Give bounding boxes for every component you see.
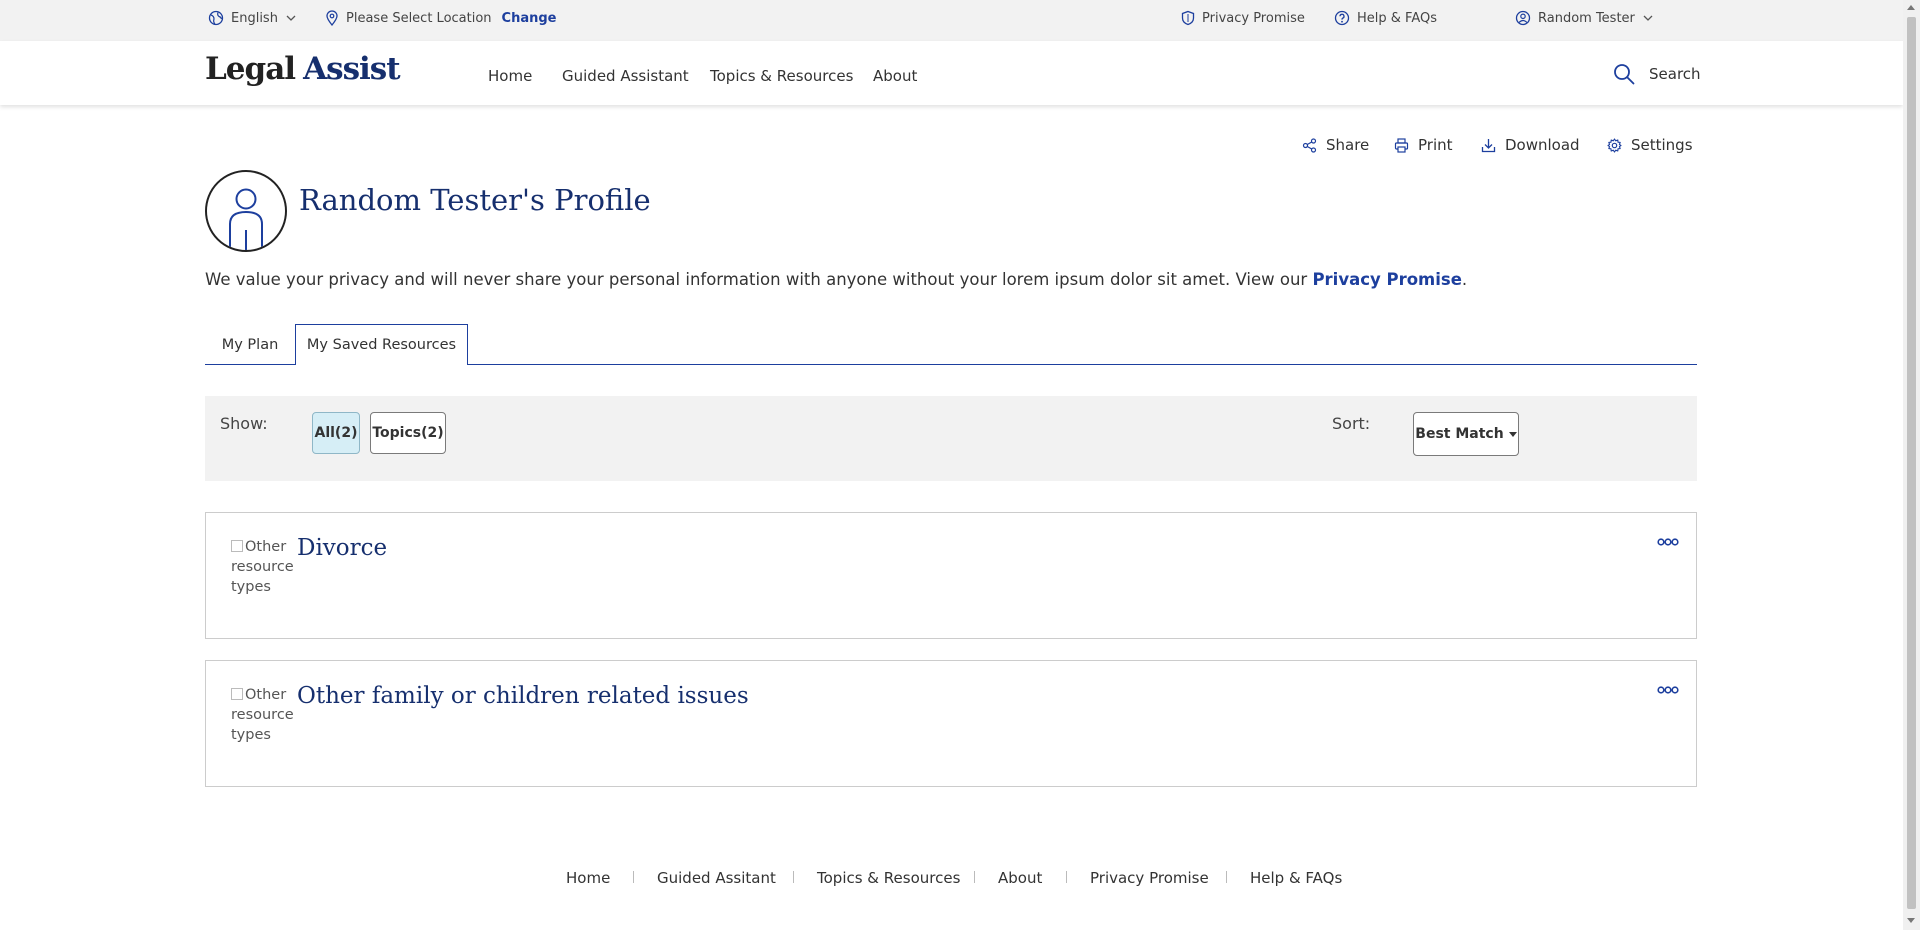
language-label: English [231,10,278,26]
scroll-up-arrow-icon[interactable] [1907,5,1915,10]
page: English Please Select Location Change Pr… [0,0,1903,930]
search-icon [1614,64,1635,85]
location-selector: Please Select Location Change [325,10,557,26]
download-icon [1481,138,1496,152]
share-icon [1302,137,1317,153]
utility-bar: English Please Select Location Change Pr… [0,0,1903,41]
sort-dropdown[interactable]: Best Match [1413,412,1519,456]
resource-image: Other resource types [231,537,294,597]
user-circle-icon [1515,10,1531,26]
footer-link-help-faqs[interactable]: Help & FAQs [1250,869,1342,887]
resource-card[interactable]: Other resource types Divorce [205,512,1697,639]
resource-card[interactable]: Other resource types Other family or chi… [205,660,1697,787]
footer-divider [974,871,975,883]
user-avatar-icon [229,188,263,250]
footer-divider [793,871,794,883]
help-faqs-label: Help & FAQs [1357,10,1437,26]
chevron-down-icon [1643,15,1653,21]
search-button[interactable]: Search [1613,63,1701,85]
privacy-promise-inline-link[interactable]: Privacy Promise [1312,270,1461,289]
logo-legal: Legal [205,51,296,87]
nav-about[interactable]: About [873,67,917,85]
footer-link-about[interactable]: About [998,869,1042,887]
more-options-icon[interactable] [1657,685,1679,695]
map-pin-icon [326,10,338,26]
user-name: Random Tester [1538,10,1635,26]
resource-title[interactable]: Other family or children related issues [297,683,749,709]
privacy-promise-link[interactable]: Privacy Promise [1181,10,1305,26]
sort-label: Sort: [1332,414,1371,433]
logo-assist: Assist [303,51,401,87]
privacy-text: We value your privacy and will never sha… [205,270,1313,289]
tab-my-plan[interactable]: My Plan [205,325,295,364]
shield-icon [1181,10,1195,26]
main-header: Legal Assist Home Guided Assistant Topics… [0,41,1903,105]
settings-button[interactable]: Settings [1607,136,1693,154]
footer-link-topics-resources[interactable]: Topics & Resources [817,869,960,887]
print-button[interactable]: Print [1394,136,1453,154]
scroll-down-arrow-icon[interactable] [1907,918,1915,923]
profile-avatar [205,170,287,252]
print-label: Print [1418,136,1453,154]
footer-divider [633,871,634,883]
chevron-down-icon [286,15,296,21]
filter-bar: Show: All(2) Topics(2) Sort: Best Match [205,396,1697,481]
filter-chip-all[interactable]: All(2) [312,412,360,454]
show-label: Show: [220,414,268,433]
nav-guided-assistant[interactable]: Guided Assistant [562,67,689,85]
resource-title[interactable]: Divorce [297,535,387,561]
footer-link-home[interactable]: Home [566,869,610,887]
globe-icon [208,10,224,26]
resource-image: Other resource types [231,685,294,745]
sort-value: Best Match [1415,426,1504,442]
language-selector[interactable]: English [208,10,296,26]
broken-image-icon [231,540,243,552]
search-label: Search [1649,65,1701,83]
page-title: Random Tester's Profile [299,183,651,217]
filter-chip-topics[interactable]: Topics(2) [370,412,446,454]
nav-topics-resources[interactable]: Topics & Resources [710,67,853,85]
footer-link-guided-assistant[interactable]: Guided Assitant [657,869,776,887]
printer-icon [1394,137,1409,153]
site-logo[interactable]: Legal Assist [205,51,401,87]
settings-label: Settings [1631,136,1693,154]
user-menu[interactable]: Random Tester [1515,10,1653,26]
broken-image-icon [231,688,243,700]
scrollbar-thumb[interactable] [1907,17,1916,909]
question-circle-icon [1334,10,1350,26]
nav-home[interactable]: Home [488,67,532,85]
location-prompt: Please Select Location [346,10,492,26]
privacy-statement: We value your privacy and will never sha… [205,270,1467,289]
footer-link-privacy-promise[interactable]: Privacy Promise [1090,869,1209,887]
vertical-scrollbar[interactable] [1903,0,1920,930]
gear-icon [1607,137,1622,153]
download-label: Download [1505,136,1580,154]
download-button[interactable]: Download [1481,136,1580,154]
footer-divider [1066,871,1067,883]
change-location-link[interactable]: Change [502,11,557,26]
share-button[interactable]: Share [1302,136,1369,154]
caret-down-icon [1508,431,1517,437]
help-faqs-link[interactable]: Help & FAQs [1334,10,1437,26]
privacy-end: . [1461,270,1468,289]
more-options-icon[interactable] [1657,537,1679,547]
share-label: Share [1326,136,1370,154]
tab-my-saved-resources[interactable]: My Saved Resources [295,324,468,365]
privacy-promise-label: Privacy Promise [1202,10,1305,26]
footer-divider [1226,871,1227,883]
